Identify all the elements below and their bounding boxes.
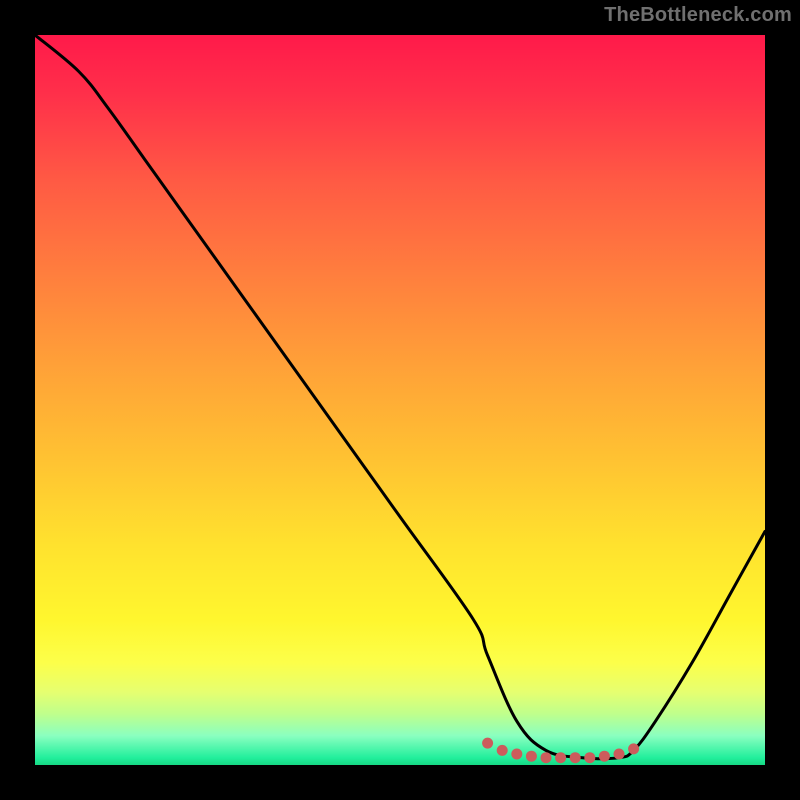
bottleneck-curve-line <box>35 35 765 759</box>
optimal-range-dot <box>628 743 639 754</box>
optimal-range-dot <box>570 752 581 763</box>
optimal-range-dot <box>482 738 493 749</box>
optimal-range-dot <box>541 752 552 763</box>
optimal-range-dot <box>497 745 508 756</box>
optimal-range-dot <box>584 752 595 763</box>
optimal-range-dot <box>555 752 566 763</box>
chart-svg <box>35 35 765 765</box>
optimal-range-dot <box>511 749 522 760</box>
attribution-text: TheBottleneck.com <box>604 4 792 27</box>
chart-plot-area <box>35 35 765 765</box>
optimal-range-dot <box>599 751 610 762</box>
optimal-range-dot <box>526 751 537 762</box>
optimal-range-dot <box>614 749 625 760</box>
